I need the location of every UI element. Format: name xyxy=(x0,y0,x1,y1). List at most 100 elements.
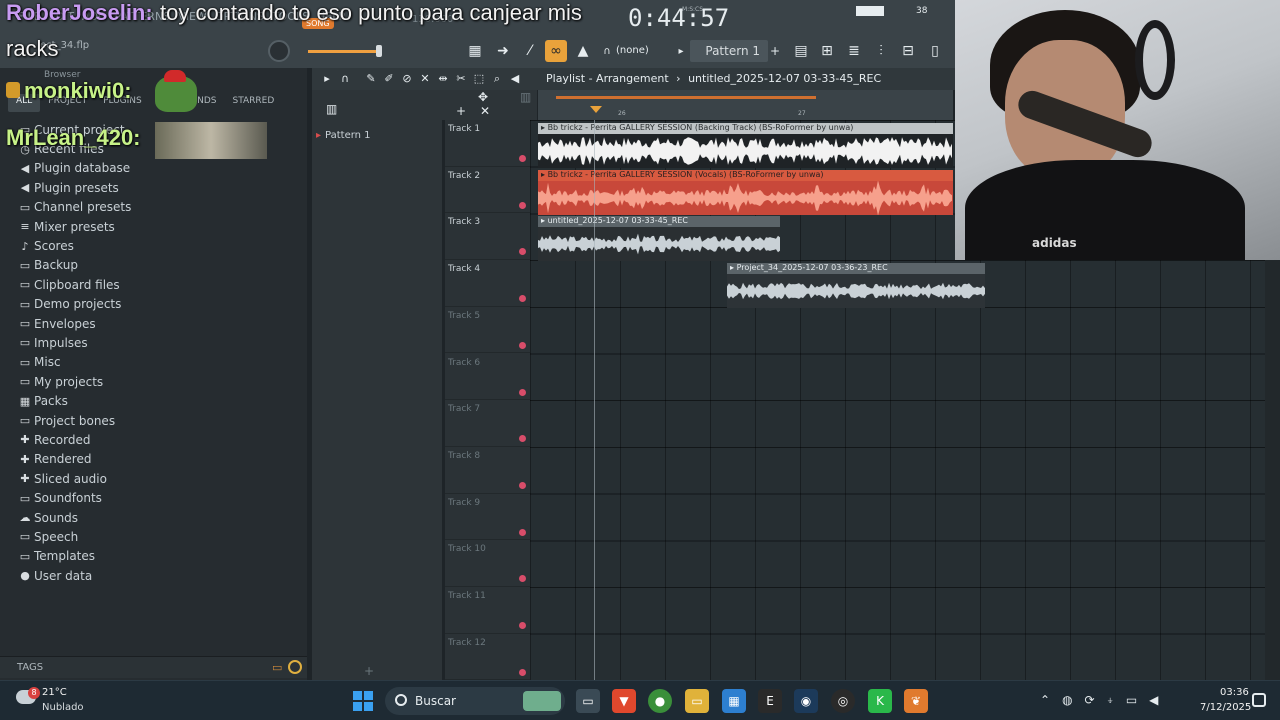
file-explorer-icon[interactable]: ▭ xyxy=(685,689,709,713)
audio-clip[interactable]: ▸ untitled_2025-12-07 03-33-45_REC xyxy=(538,216,780,261)
taskbar-search[interactable]: Buscar xyxy=(385,687,565,715)
kick-icon[interactable]: K xyxy=(868,689,892,713)
browser-item[interactable]: ▭ Channel presets xyxy=(18,198,303,217)
browser-item[interactable]: ▭ Project bones xyxy=(18,411,303,430)
mute-icon[interactable]: ✕ xyxy=(418,72,432,86)
track-record-dot[interactable] xyxy=(519,341,526,349)
add-icon[interactable]: + xyxy=(364,664,374,678)
weather-description[interactable]: Nublado xyxy=(42,702,84,713)
track-record-dot[interactable] xyxy=(519,201,526,209)
mixer-icon[interactable]: ⫶ xyxy=(870,40,892,62)
track-record-dot[interactable] xyxy=(519,388,526,396)
slider-handle[interactable] xyxy=(376,45,382,57)
track-header[interactable]: Track 8 xyxy=(445,447,530,494)
browser-item[interactable]: ▭ Demo projects xyxy=(18,295,303,314)
volume-icon[interactable]: ◀ xyxy=(1149,693,1158,708)
browser-item[interactable]: ▭ Soundfonts xyxy=(18,488,303,507)
network-icon[interactable]: ▭ xyxy=(1126,693,1137,708)
close-icon[interactable]: ✕ xyxy=(480,104,490,118)
browser-item[interactable]: ▦ Packs xyxy=(18,391,303,410)
pattern-selector[interactable]: Pattern 1 xyxy=(690,40,768,62)
track-header[interactable]: Track 7 xyxy=(445,400,530,447)
browser-item[interactable]: ▭ Misc xyxy=(18,353,303,372)
document-icon[interactable]: ▯ xyxy=(924,40,946,62)
browser-item[interactable]: ▭ Speech xyxy=(18,527,303,546)
browser-item[interactable]: ✚ Recorded xyxy=(18,430,303,449)
timeline-ruler[interactable]: 26 27 xyxy=(538,90,953,120)
browser-item[interactable]: ▭ My projects xyxy=(18,372,303,391)
track-record-dot[interactable] xyxy=(519,435,526,443)
vertical-scrollbar[interactable] xyxy=(1265,260,1280,680)
browser-item[interactable]: ♪ Scores xyxy=(18,236,303,255)
piano-roll-icon[interactable]: ▦ xyxy=(464,40,486,62)
track-record-dot[interactable] xyxy=(519,481,526,489)
track-record-dot[interactable] xyxy=(519,295,526,303)
pencil-icon[interactable]: ✎ xyxy=(364,72,378,86)
folder-icon[interactable]: ▭ xyxy=(272,661,282,674)
browser-item[interactable]: ✚ Sliced audio xyxy=(18,469,303,488)
track-header[interactable]: Track 11 xyxy=(445,587,530,634)
playlist-icon[interactable]: ▤ xyxy=(790,40,812,62)
browser-item[interactable]: ◀ Plugin database xyxy=(18,159,303,178)
clock-time[interactable]: 03:36 xyxy=(1220,687,1249,698)
grid-icon[interactable]: ▥ xyxy=(520,90,531,104)
browser-item[interactable]: ▭ Envelopes xyxy=(18,314,303,333)
stamp-icon[interactable]: ▲ xyxy=(572,40,594,62)
track-header[interactable]: Track 1 xyxy=(445,120,530,167)
mic-icon[interactable]: ⍖ xyxy=(1107,693,1114,708)
track-record-dot[interactable] xyxy=(519,575,526,583)
track-header[interactable]: Track 2 xyxy=(445,167,530,214)
weather-temperature[interactable]: 21°C xyxy=(42,687,67,698)
tab-starred[interactable]: STARRED xyxy=(225,94,283,112)
browser-item[interactable]: ≡ Mixer presets xyxy=(18,217,303,236)
slip-icon[interactable]: ⇹ xyxy=(436,72,450,86)
paint-icon[interactable]: ✐ xyxy=(382,72,396,86)
piano-icon[interactable]: ▥ xyxy=(326,102,337,116)
audio-clip[interactable]: ▸ Bb trickz - Perrita GALLERY SESSION (B… xyxy=(538,123,953,168)
track-header[interactable]: Track 10 xyxy=(445,540,530,587)
speaker-icon[interactable]: ◀ xyxy=(508,72,522,86)
play-icon[interactable]: ▸ xyxy=(320,72,334,86)
audio-clip[interactable]: ▸ Project_34_2025-12-07 03-36-23_REC xyxy=(727,263,985,308)
list-icon[interactable]: ≣ xyxy=(843,40,865,62)
magnet-icon[interactable]: ∩ xyxy=(596,40,618,62)
pattern-list-item[interactable]: ▸ Pattern 1 xyxy=(316,130,371,141)
track-record-dot[interactable] xyxy=(519,248,526,256)
notification-icon[interactable] xyxy=(1252,693,1266,707)
select-icon[interactable]: ⬚ xyxy=(472,72,486,86)
browser-item[interactable]: ▭ Clipboard files xyxy=(18,275,303,294)
zoom-icon[interactable]: ⌕ xyxy=(490,72,504,86)
track-record-dot[interactable] xyxy=(519,528,526,536)
brave-browser-icon[interactable]: ▼ xyxy=(612,689,636,713)
obs-icon[interactable]: ◎ xyxy=(831,689,855,713)
arrow-right-icon[interactable]: ➜ xyxy=(492,40,514,62)
audio-clip[interactable]: ▸ Bb trickz - Perrita GALLERY SESSION (V… xyxy=(538,170,953,215)
sync-icon[interactable]: ⟳ xyxy=(1085,693,1095,708)
master-volume-knob[interactable] xyxy=(268,40,290,62)
add-track-icon[interactable]: + xyxy=(456,104,466,118)
browser-item[interactable]: ◀ Plugin presets xyxy=(18,178,303,197)
add-pattern-icon[interactable]: + xyxy=(770,44,780,58)
browser-item[interactable]: ▭ Impulses xyxy=(18,333,303,352)
channel-rack-icon[interactable]: ⊞ xyxy=(816,40,838,62)
microsoft-store-icon[interactable]: ▦ xyxy=(722,689,746,713)
wand-icon[interactable]: ⁄ xyxy=(519,40,541,62)
move-icon[interactable]: ✥ xyxy=(478,90,488,104)
browser-item[interactable]: ▭ Backup xyxy=(18,256,303,275)
track-header[interactable]: Track 6 xyxy=(445,354,530,401)
track-header[interactable]: Track 4 xyxy=(445,260,530,307)
slice-icon[interactable]: ✂ xyxy=(454,72,468,86)
chrome-icon[interactable]: ● xyxy=(648,689,672,713)
master-pitch-slider[interactable] xyxy=(308,50,380,53)
chevron-up-icon[interactable]: ⌃ xyxy=(1040,693,1050,708)
play-small-icon[interactable]: ▸ xyxy=(670,40,692,62)
search-icon[interactable] xyxy=(288,660,302,674)
browser-item[interactable]: ✚ Rendered xyxy=(18,450,303,469)
browser-item[interactable]: ▭ Templates xyxy=(18,547,303,566)
fl-studio-icon[interactable]: ❦ xyxy=(904,689,928,713)
track-header[interactable]: Track 5 xyxy=(445,307,530,354)
magnet-icon[interactable]: ∩ xyxy=(338,72,352,86)
track-record-dot[interactable] xyxy=(519,155,526,162)
epic-games-icon[interactable]: E xyxy=(758,689,782,713)
plugin-icon[interactable]: ⊟ xyxy=(897,40,919,62)
